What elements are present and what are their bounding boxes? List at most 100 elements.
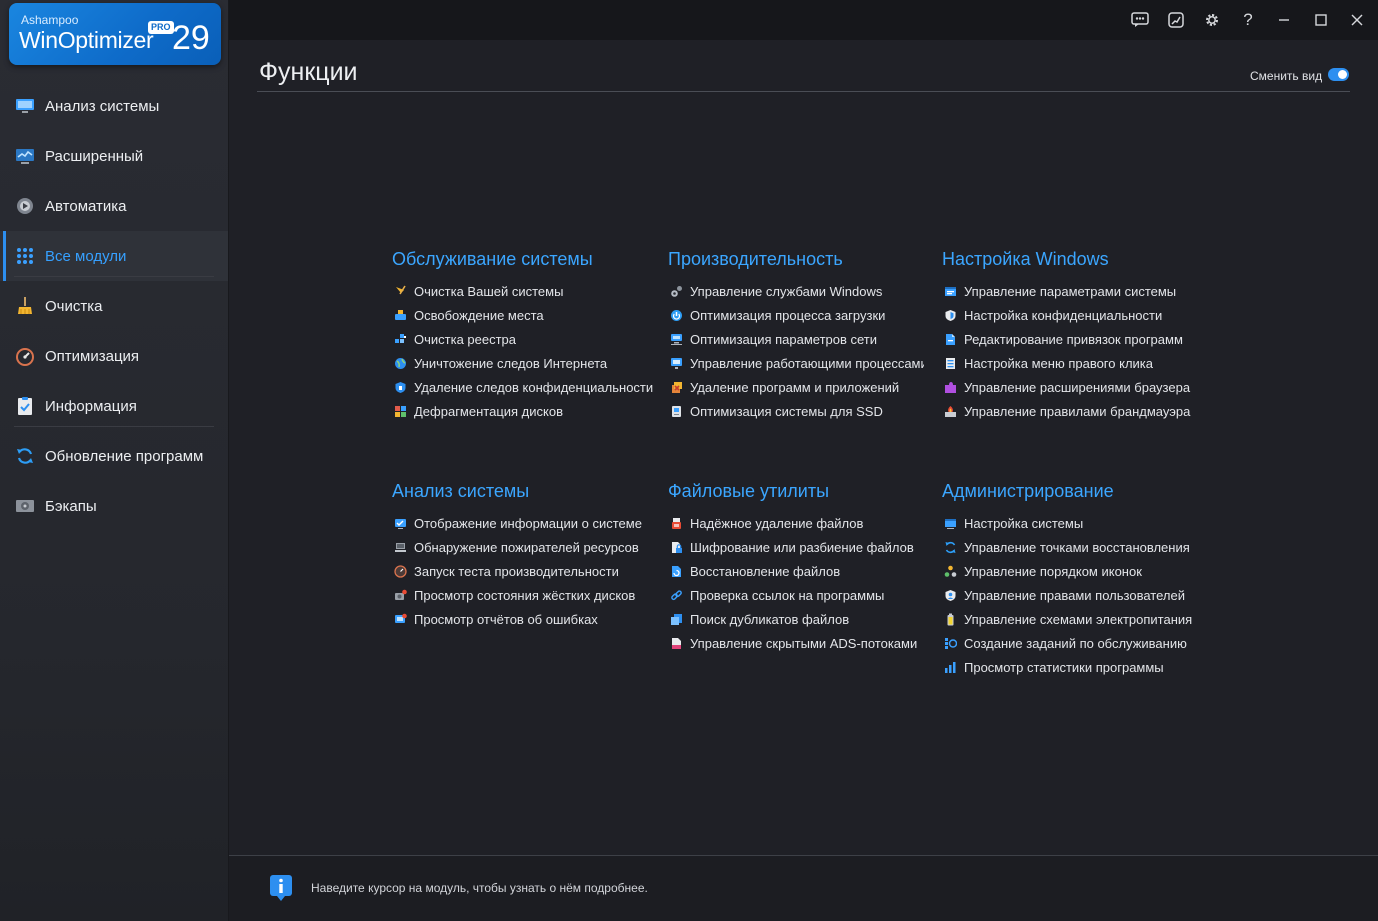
module-label: Запуск теста производительности xyxy=(414,563,619,579)
battery-icon xyxy=(947,613,954,625)
module-user-rights[interactable]: Управление правами пользователей xyxy=(942,583,1212,607)
module-tweaking[interactable]: Настройка системы xyxy=(942,511,1212,535)
shredder-icon xyxy=(672,517,681,529)
sidebar-item-system-analysis[interactable]: Анализ системы xyxy=(0,81,228,131)
module-label: Настройка меню правого клика xyxy=(964,355,1153,371)
ssd-icon xyxy=(672,405,681,417)
privacy-shield-icon xyxy=(945,309,956,321)
sidebar-item-information[interactable]: Информация xyxy=(0,381,228,431)
minimize-button[interactable] xyxy=(1272,8,1296,32)
module-label: Проверка ссылок на программы xyxy=(690,587,885,603)
module-privacy-traces[interactable]: Удаление следов конфиденциальности xyxy=(392,375,654,399)
module-file-wiper[interactable]: Надёжное удаление файлов xyxy=(668,511,928,535)
module-benchmark[interactable]: Запуск теста производительности xyxy=(392,559,654,583)
group-title: Настройка Windows xyxy=(942,249,1109,269)
module-label: Оптимизация системы для SSD xyxy=(690,403,883,419)
help-icon: ? xyxy=(1243,10,1253,29)
module-label: Оптимизация параметров сети xyxy=(690,331,878,347)
module-restore-points[interactable]: Управление точками восстановления xyxy=(942,535,1212,559)
module-label: Освобождение места xyxy=(414,307,544,323)
module-windows-services[interactable]: Управление службами Windows xyxy=(668,279,924,303)
module-label: Управление работающими процессами xyxy=(690,355,924,371)
sidebar-item-cleaning[interactable]: Очистка xyxy=(0,281,228,331)
sidebar-item-label: Анализ системы xyxy=(45,97,160,115)
module-power-schemes[interactable]: Управление схемами электропитания xyxy=(942,607,1212,631)
module-label: Шифрование или разбиение файлов xyxy=(690,539,914,555)
sidebar-item-optimization[interactable]: Оптимизация xyxy=(0,331,228,381)
module-label: Оптимизация процесса загрузки xyxy=(690,307,886,323)
sidebar: Ashampoo WinOptimizer PRO 29 Анализ сист… xyxy=(0,0,229,921)
sidebar-item-updates[interactable]: Обновление программ xyxy=(0,431,228,481)
module-label: Дефрагментация дисков xyxy=(414,403,563,419)
module-context-menu[interactable]: Настройка меню правого клика xyxy=(942,351,1212,375)
module-clean-system[interactable]: Очистка Вашей системы xyxy=(392,279,654,303)
sidebar-item-advanced[interactable]: Расширенный xyxy=(0,131,228,181)
module-link-checker[interactable]: Проверка ссылок на программы xyxy=(668,583,928,607)
module-task-scheduler[interactable]: Создание заданий по обслуживанию xyxy=(942,631,1212,655)
module-ssd-tuner[interactable]: Оптимизация системы для SSD xyxy=(668,399,924,423)
module-registry-cleaner[interactable]: Очистка реестра xyxy=(392,327,654,351)
nav-divider xyxy=(14,276,214,277)
settings-button[interactable] xyxy=(1200,8,1224,32)
module-defrag[interactable]: Дефрагментация дисков xyxy=(392,399,654,423)
shield-icon xyxy=(395,381,406,393)
module-free-space[interactable]: Освобождение места xyxy=(392,303,654,327)
view-toggle-label: Сменить вид xyxy=(1250,69,1323,83)
feedback-button[interactable] xyxy=(1128,8,1152,32)
module-duplicate-finder[interactable]: Поиск дубликатов файлов xyxy=(668,607,928,631)
module-label: Поиск дубликатов файлов xyxy=(690,611,850,627)
icon-arrange-icon xyxy=(944,565,957,577)
view-toggle-switch[interactable] xyxy=(1328,68,1349,81)
module-label: Управление параметрами системы xyxy=(964,283,1177,299)
window-settings-icon xyxy=(945,286,956,296)
user-shield-icon xyxy=(945,589,956,601)
close-button[interactable] xyxy=(1345,8,1369,32)
sidebar-item-label: Обновление программ xyxy=(45,447,204,465)
module-icon-saver[interactable]: Управление порядком иконок xyxy=(942,559,1212,583)
module-privacy-control[interactable]: Настройка конфиденциальности xyxy=(942,303,1212,327)
module-startup-tuner[interactable]: Оптимизация процесса загрузки xyxy=(668,303,924,327)
graph-button[interactable] xyxy=(1164,8,1188,32)
group-title: Обслуживание системы xyxy=(392,249,593,269)
module-file-encrypter[interactable]: Шифрование или разбиение файлов xyxy=(668,535,928,559)
module-group-performance: Производительность Управление службами W… xyxy=(668,249,924,423)
module-process-manager[interactable]: Управление работающими процессами xyxy=(668,351,924,375)
module-internet-cleaner[interactable]: Уничтожение следов Интернета xyxy=(392,351,654,375)
module-drive-health[interactable]: Просмотр состояния жёстких дисков xyxy=(392,583,654,607)
module-internet-tuner[interactable]: Оптимизация параметров сети xyxy=(668,327,924,351)
module-label: Удаление программ и приложений xyxy=(690,379,900,395)
file-lock-icon xyxy=(672,541,682,553)
module-label: Управление точками восстановления xyxy=(964,539,1190,555)
grid-icon xyxy=(15,246,35,266)
module-browser-extensions[interactable]: Управление расширениями браузера xyxy=(942,375,1212,399)
duplicate-icon xyxy=(671,613,682,625)
module-resource-hogs[interactable]: Обнаружение пожирателей ресурсов xyxy=(392,535,654,559)
help-button[interactable]: ? xyxy=(1236,8,1260,32)
module-group-file-tools: Файловые утилиты Надёжное удаление файло… xyxy=(668,481,928,655)
module-error-reports[interactable]: Просмотр отчётов об ошибках xyxy=(392,607,654,631)
module-system-settings[interactable]: Управление параметрами системы xyxy=(942,279,1212,303)
module-firewall[interactable]: Управление правилами брандмауэра xyxy=(942,399,1212,423)
module-system-information[interactable]: Отображение информации о системе xyxy=(392,511,654,535)
group-title: Администрирование xyxy=(942,481,1114,501)
maximize-button[interactable] xyxy=(1309,8,1333,32)
module-undeleter[interactable]: Восстановление файлов xyxy=(668,559,928,583)
file-link-icon xyxy=(946,333,955,345)
process-monitor-icon xyxy=(671,357,682,369)
firewall-icon xyxy=(945,405,956,417)
sidebar-item-label: Бэкапы xyxy=(45,497,97,515)
sidebar-item-label: Автоматика xyxy=(45,197,127,215)
module-file-associations[interactable]: Редактирование привязок программ xyxy=(942,327,1212,351)
sidebar-item-all-modules[interactable]: Все модули xyxy=(0,231,228,281)
module-group-system-maintenance: Обслуживание системы Очистка Вашей систе… xyxy=(392,249,654,423)
broom-icon xyxy=(15,296,35,316)
module-statistics[interactable]: Просмотр статистики программы xyxy=(942,655,1212,679)
module-uninstall-manager[interactable]: Удаление программ и приложений xyxy=(668,375,924,399)
scheduler-icon xyxy=(945,637,957,649)
page-title: Функции xyxy=(259,58,358,86)
module-ads-manager[interactable]: Управление скрытыми ADS-потоками xyxy=(668,631,928,655)
sidebar-item-backups[interactable]: Бэкапы xyxy=(0,481,228,531)
sidebar-item-automation[interactable]: Автоматика xyxy=(0,181,228,231)
logo-product: WinOptimizer xyxy=(19,27,154,53)
sidebar-item-label: Очистка xyxy=(45,297,103,315)
